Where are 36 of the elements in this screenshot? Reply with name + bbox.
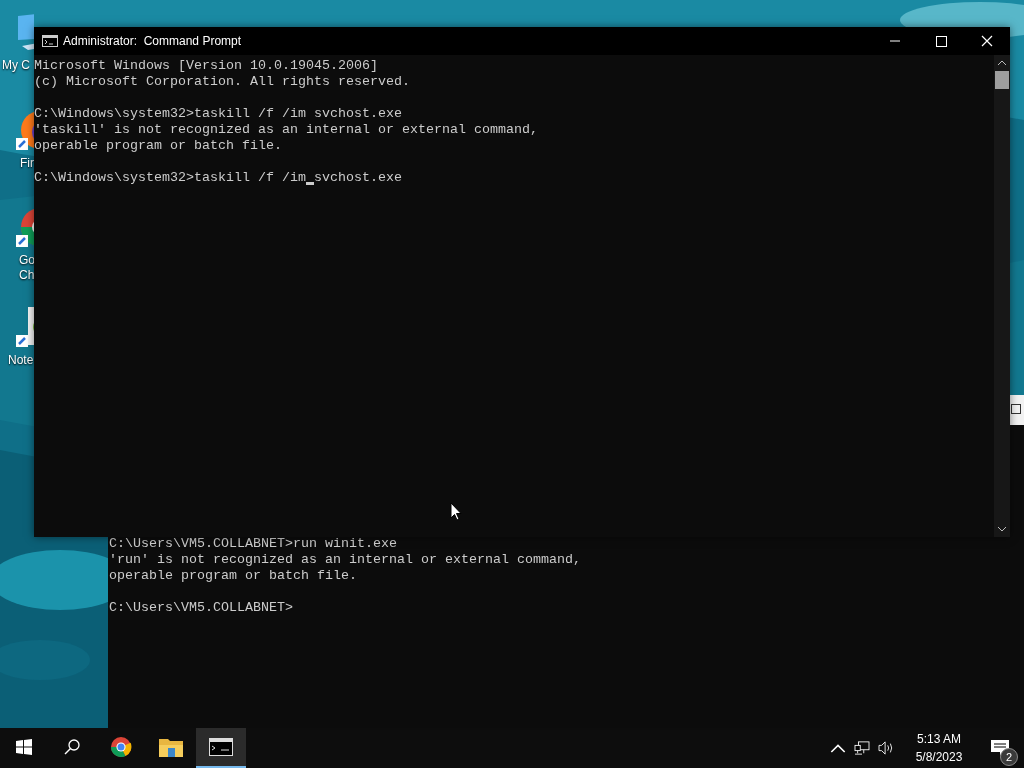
notification-count: 2 — [1000, 748, 1018, 766]
console-line: 'taskill' is not recognized as an internal or external command, — [34, 122, 539, 138]
console-line[interactable]: C:\Windows\system32>taskill /f /im svchost.exe — [34, 170, 994, 186]
clock[interactable]: 5:13 AM 5/8/2023 — [902, 730, 976, 766]
icon-label: My C — [1, 58, 30, 73]
windows-logo-icon — [16, 739, 32, 755]
terminal-icon — [42, 35, 58, 47]
text-cursor — [305, 182, 314, 185]
icon-label: Go — [18, 253, 34, 268]
icon-label: Ch — [18, 268, 34, 283]
folder-icon — [159, 737, 183, 757]
console-line: C:\Users\VM5.COLLABNET>run winit.exe — [109, 536, 398, 552]
speaker-icon[interactable] — [878, 741, 894, 755]
search-icon — [64, 739, 80, 755]
cursor-icon — [450, 502, 462, 521]
taskbar-button[interactable] — [196, 728, 246, 768]
maximize-icon[interactable] — [1011, 404, 1021, 414]
console-line: C:\Windows\system32>taskill /f /im svchost.exe — [34, 106, 403, 122]
time-text: 5:13 AM — [917, 731, 961, 748]
icon-label: Fir — [19, 156, 34, 171]
icon-label: Note — [7, 353, 34, 368]
network-icon[interactable] — [854, 741, 870, 755]
console-line: operable program or batch file. — [34, 138, 283, 154]
console-line: 'run' is not recognized as an internal or external command, — [109, 552, 582, 568]
scroll-thumb[interactable] — [995, 71, 1009, 89]
date-text: 5/8/2023 — [915, 749, 963, 766]
terminal-icon — [209, 737, 233, 757]
console-line: Microsoft Windows [Version 10.0.19045.2006] — [34, 58, 379, 74]
scroll-down-icon[interactable] — [997, 526, 1007, 532]
console-line: C:\Users\VM5.COLLABNET> — [109, 600, 294, 616]
scroll-up-icon[interactable] — [997, 60, 1007, 66]
console-line: operable program or batch file. — [109, 568, 358, 584]
console-line: (c) Microsoft Corporation. All rights reserved. — [34, 74, 411, 90]
scrollbar[interactable] — [994, 55, 1010, 537]
window-title: Administrator: Command Prompt — [63, 34, 242, 48]
browser-icon — [109, 737, 133, 757]
